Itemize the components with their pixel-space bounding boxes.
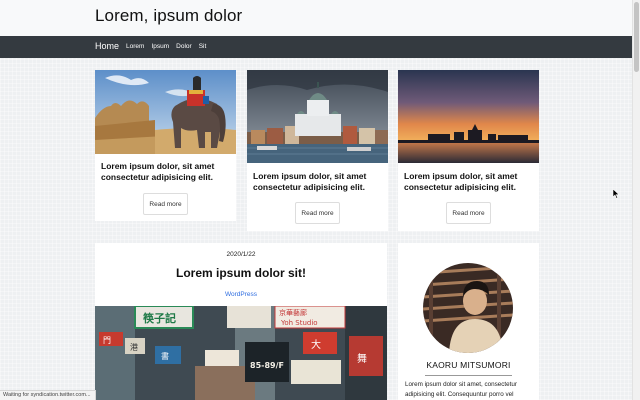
post-date: 2020/1/22 <box>226 251 256 258</box>
card-image-cathedral[interactable] <box>247 70 388 163</box>
nav-home-link[interactable]: Home <box>95 41 119 51</box>
scrollbar-thumb[interactable] <box>634 2 639 72</box>
nav-link-ipsum[interactable]: Ipsum <box>151 43 169 50</box>
mouse-cursor-icon <box>613 189 620 199</box>
card-title[interactable]: Lorem ipsum dolor, sit amet consectetur … <box>404 171 534 193</box>
author-name: KAORU MITSUMORI <box>426 360 511 370</box>
post-image-city-street[interactable]: 筷子記 門 港 書 京華藝廊 Yoh Studio 85-89/F 大 舞 <box>95 306 387 400</box>
sign-text: 85-89/F <box>250 361 284 370</box>
card-title[interactable]: Lorem ipsum dolor, sit amet consectetur … <box>101 161 231 183</box>
author-avatar[interactable] <box>423 263 513 353</box>
sign-text: 門 <box>103 336 111 345</box>
card-image-elephant[interactable] <box>95 70 236 154</box>
read-more-button[interactable]: Read more <box>295 202 340 224</box>
browser-status-bar: Waiting for syndication.twitter.com... <box>0 390 96 400</box>
card-image-pier-sunset[interactable] <box>398 70 539 163</box>
card-title[interactable]: Lorem ipsum dolor, sit amet consectetur … <box>253 171 383 193</box>
nav-link-dolor[interactable]: Dolor <box>176 43 192 50</box>
author-bio: Lorem ipsum dolor sit amet, consectetur … <box>405 381 517 398</box>
featured-post: 2020/1/22 Lorem ipsum dolor sit! WordPre… <box>95 243 387 400</box>
nav-link-sit[interactable]: Sit <box>199 43 207 50</box>
sign-text: Yoh Studio <box>280 319 318 327</box>
article-card-3: Lorem ipsum dolor, sit amet consectetur … <box>398 70 539 231</box>
sign-text: 舞 <box>357 353 367 365</box>
post-category-link[interactable]: WordPress <box>95 291 387 298</box>
article-card-1: Lorem ipsum dolor, sit amet consectetur … <box>95 70 236 221</box>
author-profile: KAORU MITSUMORI Lorem ipsum dolor sit am… <box>398 243 539 400</box>
sign-text: 書 <box>161 351 169 361</box>
navbar: Home Lorem Ipsum Dolor Sit <box>0 36 632 58</box>
read-more-button[interactable]: Read more <box>446 202 491 224</box>
site-title[interactable]: Lorem, ipsum dolor <box>95 6 242 26</box>
nav-links: Lorem Ipsum Dolor Sit <box>126 43 206 50</box>
sign-text: 京華藝廊 <box>279 308 307 317</box>
article-card-2: Lorem ipsum dolor, sit amet consectetur … <box>247 70 388 231</box>
nav-link-lorem[interactable]: Lorem <box>126 43 144 50</box>
sign-text: 港 <box>130 342 138 352</box>
sign-text: 筷子記 <box>143 311 176 325</box>
post-title[interactable]: Lorem ipsum dolor sit! <box>95 266 387 280</box>
site-header: Lorem, ipsum dolor <box>0 0 632 36</box>
sign-text: 大 <box>311 338 321 351</box>
page-scrollbar[interactable] <box>632 0 640 400</box>
profile-divider <box>425 375 512 376</box>
read-more-button[interactable]: Read more <box>143 193 188 215</box>
